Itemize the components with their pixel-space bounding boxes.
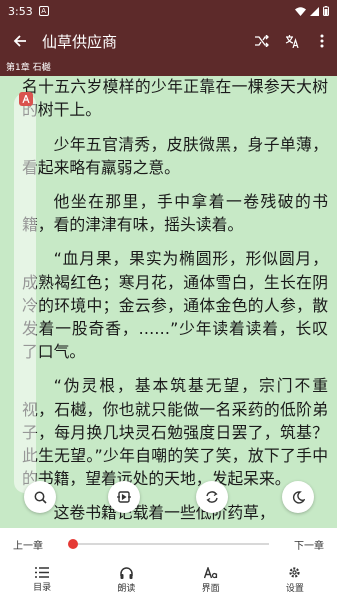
status-time: 3:53 [8,4,33,18]
progress-thumb[interactable] [68,539,78,549]
bottom-nav: 目录 朗读 界面 设置 [0,560,337,600]
font-icon [203,566,217,578]
paragraph: 这卷书籍记载着一些低阶药草， [53,503,275,523]
nav-item-label: 界面 [201,583,220,594]
replace-button[interactable] [196,481,228,513]
app-badge-icon [19,92,33,106]
signal-icon [310,6,319,16]
more-button[interactable] [307,22,337,60]
night-mode-icon [292,490,305,504]
prev-chapter-button[interactable]: 上一章 [0,537,56,552]
translate-button[interactable] [277,22,307,60]
shuffle-button[interactable] [247,22,277,60]
book-title: 仙草供应商 [42,32,118,51]
chapter-progress: 上一章 下一章 [0,528,337,560]
notification-icon: A [38,6,49,16]
auto-page-button[interactable] [108,481,140,513]
status-bar: 3:53 A [0,0,337,22]
more-vert-icon [320,34,324,48]
status-icons [295,6,329,16]
search-icon [34,491,47,504]
gear-icon [289,567,300,578]
auto-page-icon [117,491,131,503]
back-button[interactable] [0,22,40,60]
nav-item-label: 目录 [33,583,52,593]
nav-item-interface[interactable]: 界面 [169,560,253,600]
headphones-icon [120,566,133,579]
nav-item-label: 朗读 [117,583,136,594]
side-scroll-handle[interactable] [14,93,36,493]
reader-content[interactable]: 大唐，古州双蓝山脉外围的某座山峰上，一名十五六岁模样的少年正靠在一棵参天大树的树… [0,60,337,528]
night-mode-button[interactable] [282,481,314,513]
nav-item-catalog[interactable]: 目录 [0,560,84,600]
list-icon [35,567,50,578]
wifi-icon [295,6,306,16]
nav-item-read-aloud[interactable]: 朗读 [84,560,168,600]
replace-icon [206,491,218,503]
app-bar: 仙草供应商 [0,22,337,60]
next-chapter-button[interactable]: 下一章 [281,537,337,552]
paragraph: “伪灵根，基本筑基无望，宗门不重视，石樾，你也就只能做一名采药的低阶弟子，每月换… [22,376,328,489]
progress-track[interactable] [73,543,269,545]
translate-icon [285,34,299,48]
paragraph: “血月果，果实为椭圆形，形似圆月，成熟褐红色；寒月花，通体雪白，生长在阴冷的环境… [22,249,328,362]
arrow-left-icon [13,35,26,47]
shuffle-icon [255,35,269,47]
chapter-label: 第1章 石樾 [0,60,337,76]
search-button[interactable] [24,481,56,513]
chapter-text: 大唐，古州双蓝山脉外围的某座山峰上，一名十五六岁模样的少年正靠在一棵参天大树的树… [22,60,328,528]
battery-icon [323,6,329,16]
paragraph: 少年五官清秀，皮肤微黑，身子单薄，看起来略有羸弱之意。 [22,134,328,177]
nav-item-settings[interactable]: 设置 [253,560,337,600]
nav-item-label: 设置 [285,584,304,594]
paragraph: 他坐在那里，手中拿着一卷残破的书籍，看的津津有味，摇头读着。 [22,192,328,235]
